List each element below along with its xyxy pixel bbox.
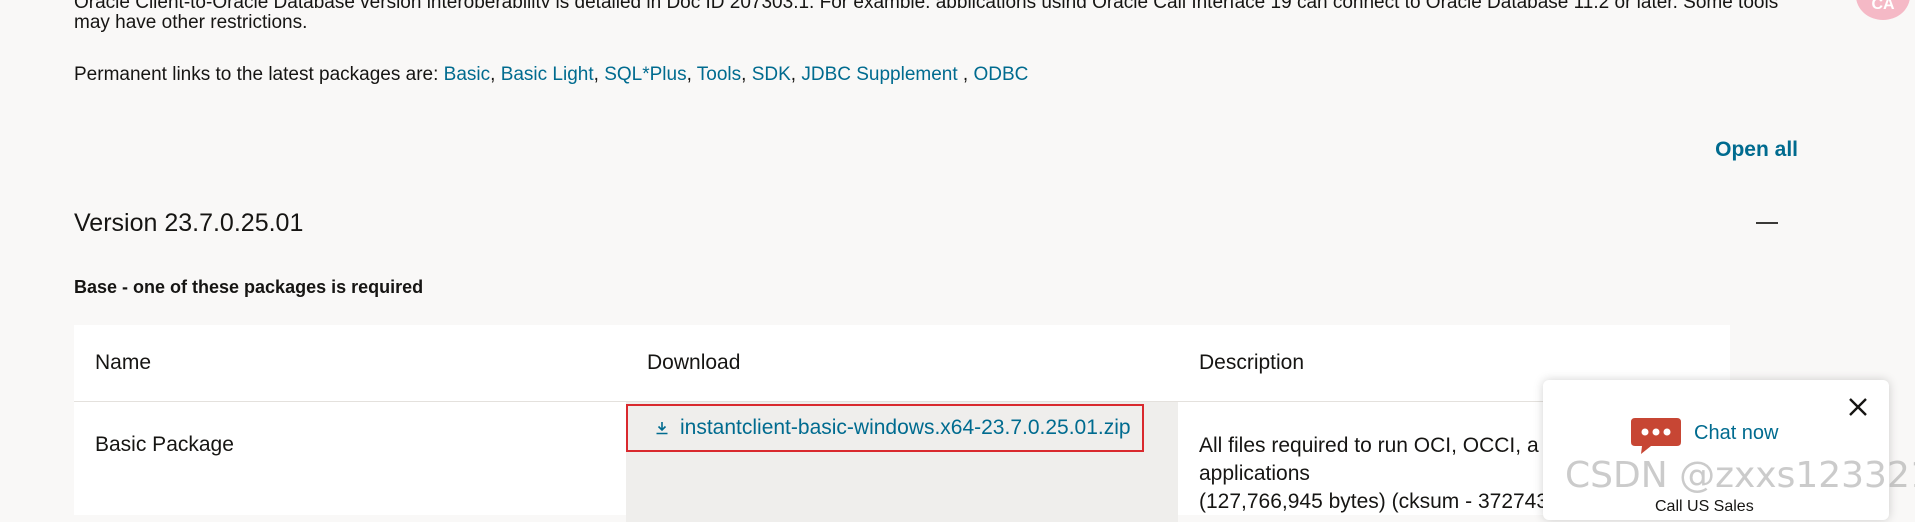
version-title: Version 23.7.0.25.01	[74, 209, 304, 237]
link-tools[interactable]: Tools	[697, 64, 741, 85]
chat-widget: Chat now Call US Sales	[1543, 380, 1889, 520]
packages-table: Name Download Description Basic Package …	[74, 325, 1730, 522]
package-name: Basic Package	[95, 433, 234, 456]
avatar[interactable]: CA	[1856, 0, 1910, 20]
intro-line-1: Oracle Client-to-Oracle Database version…	[74, 0, 1794, 8]
permanent-links: Permanent links to the latest packages a…	[74, 64, 1029, 85]
download-icon	[656, 422, 668, 435]
chat-now-link[interactable]: Chat now	[1694, 422, 1779, 445]
link-jdbc-supplement[interactable]: JDBC Supplement	[801, 64, 957, 85]
link-odbc[interactable]: ODBC	[974, 64, 1029, 85]
link-basic[interactable]: Basic	[444, 64, 490, 85]
intro-paragraph: Oracle Client-to-Oracle Database version…	[74, 0, 1794, 38]
close-icon[interactable]	[1845, 394, 1871, 420]
open-all-button[interactable]: Open all	[1715, 138, 1798, 162]
link-sdk[interactable]: SDK	[752, 64, 791, 85]
base-heading: Base - one of these packages is required	[74, 277, 424, 297]
column-header-name: Name	[95, 351, 152, 374]
call-sales-text[interactable]: Call US Sales	[1655, 498, 1754, 516]
link-basic-light[interactable]: Basic Light	[501, 64, 594, 85]
column-header-download: Download	[647, 351, 741, 374]
permanent-links-prefix: Permanent links to the latest packages a…	[74, 64, 444, 85]
minus-icon[interactable]	[1756, 222, 1778, 224]
chat-bubble-icon[interactable]	[1629, 416, 1683, 456]
download-filename: instantclient-basic-windows.x64-23.7.0.2…	[680, 416, 1131, 439]
link-sqlplus[interactable]: SQL*Plus	[604, 64, 686, 85]
watermark: CSDN @zxxs123321	[1565, 455, 1915, 496]
column-header-description: Description	[1199, 351, 1305, 374]
intro-line-2: may have other restrictions.	[74, 12, 308, 33]
download-link-basic[interactable]: instantclient-basic-windows.x64-23.7.0.2…	[626, 404, 1144, 452]
